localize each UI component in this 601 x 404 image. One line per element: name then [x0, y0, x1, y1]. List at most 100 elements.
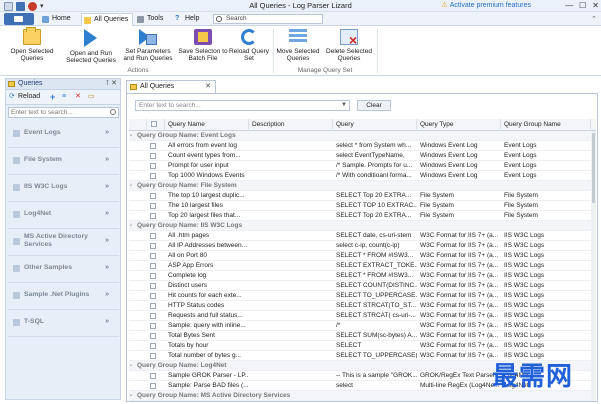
- chevron-down-icon[interactable]: »: [105, 237, 109, 244]
- table-row[interactable]: Prompt for user input /* Sample. Prompts …: [129, 161, 596, 171]
- query-group-sample-net-plugins[interactable]: Sample .Net Plugins »: [8, 283, 119, 310]
- row-checkbox[interactable]: [150, 163, 156, 169]
- header-select-all[interactable]: [147, 119, 165, 131]
- column-header-query-name[interactable]: Query Name: [165, 119, 249, 131]
- query-group-log4net[interactable]: Log4Net »: [8, 202, 119, 229]
- row-checkbox[interactable]: [150, 143, 156, 149]
- table-row[interactable]: All .htm pages SELECT date, cs-uri-stem W3…: [129, 231, 596, 241]
- activate-premium-link[interactable]: ⚠ Activate premium features: [441, 1, 531, 9]
- row-checkbox[interactable]: [150, 273, 156, 279]
- grid-search-input[interactable]: Enter text to search... ▼: [135, 100, 350, 111]
- table-row[interactable]: All errors from event log select * from S…: [129, 141, 596, 151]
- grid-group-row[interactable]: - Query Group Name: IIS W3C Logs: [129, 221, 596, 231]
- query-group-event-logs[interactable]: Event Logs »: [8, 121, 119, 148]
- pin-icon[interactable]: ⊺ ✕: [106, 79, 117, 89]
- tab-all-queries[interactable]: All Queries: [81, 13, 134, 26]
- ribbon-search-input[interactable]: Search: [213, 14, 323, 24]
- row-checkbox[interactable]: [150, 263, 156, 269]
- table-row[interactable]: Distinct users SELECT COUNT(DISTINC... W3C…: [129, 281, 596, 291]
- add-icon[interactable]: +: [50, 92, 55, 102]
- delete-icon[interactable]: ✕: [75, 92, 81, 102]
- row-checkbox[interactable]: [150, 173, 156, 179]
- chevron-down-icon[interactable]: »: [105, 183, 109, 190]
- save-selection-batch-button[interactable]: Save Selecton to Batch File: [178, 26, 228, 67]
- table-row[interactable]: The top 10 largest duplic... SELECT Top 2…: [129, 191, 596, 201]
- row-checkbox[interactable]: [150, 313, 156, 319]
- row-checkbox[interactable]: [150, 153, 156, 159]
- collapse-group-icon[interactable]: -: [130, 391, 132, 401]
- collapse-ribbon-icon[interactable]: ⌃: [591, 15, 597, 23]
- reload-icon[interactable]: ⟳: [9, 92, 15, 102]
- tab-all-queries-document[interactable]: All Queries ✕: [126, 80, 216, 93]
- row-checkbox[interactable]: [150, 373, 156, 379]
- row-checkbox[interactable]: [150, 323, 156, 329]
- close-tab-icon[interactable]: ✕: [205, 81, 211, 93]
- grid-group-row[interactable]: - Query Group Name: File System: [129, 181, 596, 191]
- table-row[interactable]: ASP App Errors SELECT EXTRACT_TOKE... W3C …: [129, 261, 596, 271]
- table-row[interactable]: All on Port 80 SELECT * FROM #ISW3... W3C …: [129, 251, 596, 261]
- collapse-group-icon[interactable]: -: [130, 221, 132, 231]
- select-all-checkbox[interactable]: [151, 121, 157, 127]
- set-parameters-button[interactable]: Set Parameters and Run Queries: [120, 26, 176, 67]
- table-row[interactable]: Hit counts for each exte... SELECT TO_UPP…: [129, 291, 596, 301]
- row-checkbox[interactable]: [150, 343, 156, 349]
- row-checkbox[interactable]: [150, 213, 156, 219]
- grid-group-row[interactable]: - Query Group Name: Event Logs: [129, 131, 596, 141]
- row-checkbox[interactable]: [150, 243, 156, 249]
- minimize-icon[interactable]: —: [565, 1, 573, 10]
- open-folder-icon[interactable]: ▭: [88, 92, 95, 102]
- delete-selected-queries-button[interactable]: Delete Selected Queries: [323, 26, 375, 67]
- open-and-run-button[interactable]: Open and Run Selected Queries: [62, 26, 120, 67]
- column-header-query-type[interactable]: Query Type: [417, 119, 501, 131]
- reload-query-set-button[interactable]: Reload Query Set: [228, 26, 270, 67]
- clear-button[interactable]: Clear: [357, 100, 391, 111]
- vertical-scrollbar[interactable]: [591, 131, 596, 401]
- collapse-group-icon[interactable]: -: [130, 361, 132, 371]
- move-selected-queries-button[interactable]: Move Selected Queries: [274, 26, 322, 67]
- maximize-icon[interactable]: ☐: [579, 1, 586, 10]
- chevron-down-icon[interactable]: »: [105, 318, 109, 325]
- chevron-down-icon[interactable]: »: [105, 264, 109, 271]
- table-row[interactable]: The 10 largest files SELECT TOP 10 EXTRAC…: [129, 201, 596, 211]
- row-checkbox[interactable]: [150, 193, 156, 199]
- row-checkbox[interactable]: [150, 333, 156, 339]
- table-row[interactable]: Top 20 largest files that... SELECT Top 2…: [129, 211, 596, 221]
- chevron-down-icon[interactable]: »: [105, 129, 109, 136]
- query-group-t-sql[interactable]: T-SQL »: [8, 310, 119, 337]
- chevron-down-icon[interactable]: »: [105, 156, 109, 163]
- row-checkbox[interactable]: [150, 303, 156, 309]
- row-checkbox[interactable]: [150, 383, 156, 389]
- queries-search-input[interactable]: Enter text to search...: [8, 107, 119, 118]
- chevron-down-icon[interactable]: »: [105, 291, 109, 298]
- row-checkbox[interactable]: [150, 253, 156, 259]
- tab-home[interactable]: Home: [40, 13, 71, 26]
- table-row[interactable]: Top 1000 Windows Events /* With conditioa…: [129, 171, 596, 181]
- tab-tools[interactable]: Tools: [135, 13, 163, 26]
- table-row[interactable]: Requests and full status... SELECT STRCAT…: [129, 311, 596, 321]
- column-header-query-group-name[interactable]: Query Group Name: [501, 119, 591, 131]
- collapse-group-icon[interactable]: -: [130, 131, 132, 141]
- row-checkbox[interactable]: [150, 203, 156, 209]
- table-row[interactable]: Sample: query with inline... /* W3C Format…: [129, 321, 596, 331]
- chevron-down-icon[interactable]: »: [105, 210, 109, 217]
- edit-icon[interactable]: ≡: [62, 92, 66, 102]
- row-checkbox[interactable]: [150, 233, 156, 239]
- query-group-ms-active-directory[interactable]: MS Active Directory Services »: [8, 229, 119, 256]
- row-checkbox[interactable]: [150, 283, 156, 289]
- query-group-other-samples[interactable]: Other Samples »: [8, 256, 119, 283]
- open-selected-queries-button[interactable]: Open Selected Queries: [6, 26, 58, 67]
- column-header-description[interactable]: Description: [249, 119, 333, 131]
- app-menu-button[interactable]: [4, 13, 34, 25]
- close-icon[interactable]: ✕: [592, 1, 599, 10]
- chevron-down-icon[interactable]: ▼: [341, 101, 347, 110]
- table-row[interactable]: Count event types from... select EventTyp…: [129, 151, 596, 161]
- tab-help[interactable]: ? Help: [173, 13, 199, 26]
- query-group-file-system[interactable]: File System »: [8, 148, 119, 175]
- table-row[interactable]: All IP Addresses between... select c-ip, …: [129, 241, 596, 251]
- table-row[interactable]: Total Bytes Sent SELECT SUM(sc-bytes) A..…: [129, 331, 596, 341]
- row-checkbox[interactable]: [150, 293, 156, 299]
- table-row[interactable]: Totals by hour SELECT W3C Format for IIS 7…: [129, 341, 596, 351]
- table-row[interactable]: Complete log SELECT * FROM #ISW3... W3C Fo…: [129, 271, 596, 281]
- query-group-iis-w3c-logs[interactable]: IIS W3C Logs »: [8, 175, 119, 202]
- scrollbar-thumb[interactable]: [592, 133, 595, 203]
